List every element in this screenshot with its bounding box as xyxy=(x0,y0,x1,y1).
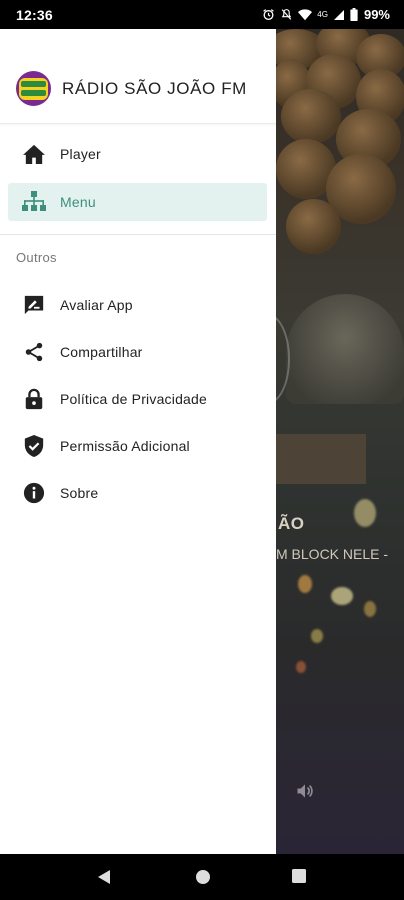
drawer-item-label: Player xyxy=(60,146,101,162)
app-title: RÁDIO SÃO JOÃO FM xyxy=(62,79,247,98)
home-icon xyxy=(22,142,46,166)
battery-percent: 99% xyxy=(363,7,390,22)
drawer-header: RÁDIO SÃO JOÃO FM xyxy=(0,29,276,124)
drawer-item-label: Avaliar App xyxy=(60,297,133,313)
drawer-item-player[interactable]: Player xyxy=(8,135,267,173)
drawer-divider xyxy=(0,234,276,235)
drawer-item-about[interactable]: Sobre xyxy=(8,474,267,512)
drawer-item-label: Menu xyxy=(60,194,96,210)
drawer-item-label: Permissão Adicional xyxy=(60,438,190,454)
bg-lantern xyxy=(331,587,353,605)
bg-lantern xyxy=(354,499,376,527)
back-icon[interactable] xyxy=(97,869,111,890)
bg-song-subtitle: M BLOCK NELE - xyxy=(276,546,389,562)
drawer-item-additional-permission[interactable]: Permissão Adicional xyxy=(8,427,267,465)
sitemap-icon xyxy=(22,190,46,214)
navigation-drawer: RÁDIO SÃO JOÃO FM Player Menu Outros Ava… xyxy=(0,29,276,854)
drawer-item-rate-app[interactable]: Avaliar App xyxy=(8,286,267,324)
system-navigation-bar xyxy=(0,854,404,900)
signal-icon xyxy=(333,9,345,21)
status-bar: 12:36 4G 99% xyxy=(0,0,404,29)
background-player-screen[interactable]: ÃO M BLOCK NELE - xyxy=(276,29,404,854)
bg-lantern xyxy=(364,601,376,617)
lock-icon xyxy=(22,387,46,411)
drawer-item-share[interactable]: Compartilhar xyxy=(8,333,267,371)
drawer-item-menu[interactable]: Menu xyxy=(8,183,267,221)
bg-image-house xyxy=(276,434,366,484)
bg-lantern xyxy=(296,661,306,673)
recents-icon[interactable] xyxy=(292,869,306,888)
home-button-icon[interactable] xyxy=(195,869,211,890)
bg-station-title: ÃO xyxy=(278,514,305,533)
bg-image-fruit xyxy=(281,89,341,144)
battery-icon xyxy=(350,8,358,21)
section-title-outros: Outros xyxy=(16,250,57,265)
app-logo xyxy=(16,71,51,106)
shield-check-icon xyxy=(22,434,46,458)
status-time: 12:36 xyxy=(16,6,53,23)
mute-icon xyxy=(280,8,293,21)
bg-lantern xyxy=(311,629,323,643)
drawer-item-label: Política de Privacidade xyxy=(60,391,208,407)
alarm-icon xyxy=(262,8,275,21)
bg-image-fruit xyxy=(286,199,341,254)
signal-4g-icon: 4G xyxy=(317,10,328,19)
rate-review-icon xyxy=(22,293,46,317)
bg-image-trunk xyxy=(286,294,404,404)
bg-lantern xyxy=(298,575,312,593)
drawer-item-label: Sobre xyxy=(60,485,99,501)
volume-icon[interactable] xyxy=(294,781,316,806)
drawer-item-privacy-policy[interactable]: Política de Privacidade xyxy=(8,380,267,418)
wifi-icon xyxy=(298,8,313,21)
status-icons: 4G 99% xyxy=(262,7,390,22)
share-icon xyxy=(22,340,46,364)
drawer-item-label: Compartilhar xyxy=(60,344,143,360)
info-icon xyxy=(22,481,46,505)
